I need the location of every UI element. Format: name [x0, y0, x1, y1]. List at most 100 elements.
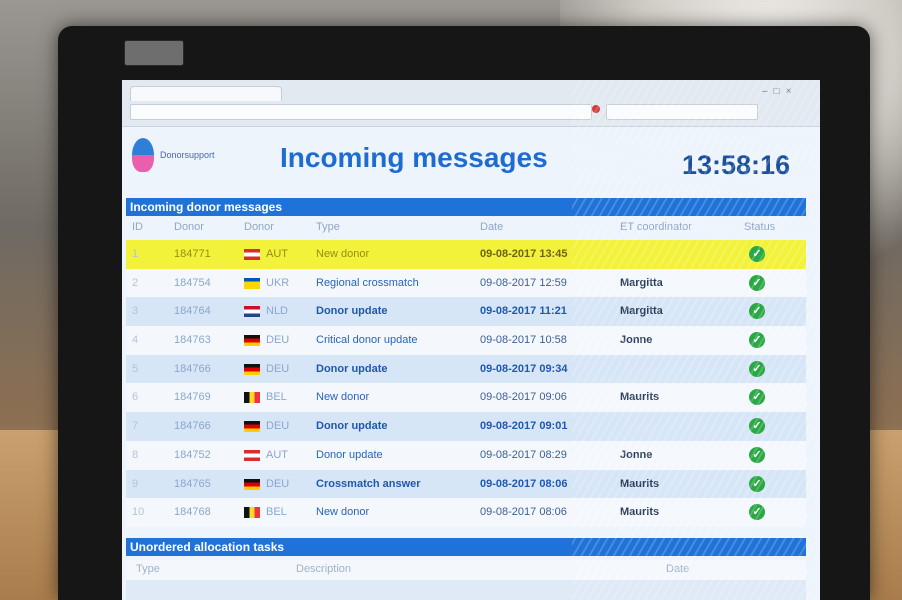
coordinator-name: Jonne	[620, 448, 653, 461]
check-icon: ✓	[749, 246, 765, 262]
check-icon: ✓	[749, 303, 765, 320]
message-type[interactable]: Critical donor update	[316, 334, 418, 346]
country-code: DEU	[266, 362, 290, 375]
check-icon: ✓	[749, 504, 765, 521]
table-row[interactable]: 10 184768 BEL New donor 09-08-2017 08:06 Maur…	[126, 498, 806, 527]
country-code: AUT	[266, 248, 288, 260]
row-number: 10	[132, 506, 145, 519]
flag-icon	[244, 421, 260, 433]
table-row[interactable]: 1 184771 AUT New donor 09-08-2017 13:45 ✓	[126, 240, 806, 269]
row-number: 8	[132, 448, 139, 461]
table-row[interactable]: 5 184766 DEU Donor update 09-08-2017 09:34 ✓	[126, 354, 806, 384]
flag-icon	[244, 335, 260, 347]
clock: 13:58:16	[682, 150, 791, 180]
coordinator-name: Margitta	[620, 305, 663, 318]
flag-icon	[244, 363, 260, 375]
row-number: 9	[132, 477, 139, 490]
col-header-donor[interactable]: Donor	[174, 221, 204, 233]
row-number: 1	[132, 248, 139, 260]
message-type[interactable]: New donor	[316, 506, 369, 518]
flag-icon	[244, 249, 260, 260]
coordinator-name: Maurits	[620, 506, 660, 519]
flag-icon	[244, 277, 260, 289]
col-header-status[interactable]: Status	[744, 221, 775, 233]
page-title: Incoming messages	[280, 142, 548, 173]
col-header-type[interactable]: Type	[316, 221, 340, 233]
message-date: 09-08-2017 10:58	[480, 334, 567, 347]
table-row[interactable]: 9 184765 DEU Crossmatch answer 09-08-2017 08…	[126, 469, 806, 499]
donor-id[interactable]: 184771	[174, 248, 211, 260]
message-date: 09-08-2017 09:01	[480, 420, 568, 433]
col-header-id[interactable]: ID	[132, 221, 143, 233]
flag-icon	[244, 392, 260, 404]
table-row[interactable]: 4 184763 DEU Critical donor update 09-08-201…	[126, 326, 806, 355]
donor-id[interactable]: 184768	[174, 506, 211, 518]
message-type[interactable]: Donor update	[316, 449, 383, 461]
row-number: 6	[132, 391, 139, 404]
col-header-coordinator[interactable]: ET coordinator	[620, 221, 692, 233]
message-type[interactable]: New donor	[316, 248, 369, 260]
message-type[interactable]: Donor update	[316, 363, 388, 375]
message-type[interactable]: Crossmatch answer	[316, 478, 421, 490]
row-number: 2	[132, 276, 139, 289]
row-number: 7	[132, 420, 139, 433]
check-icon: ✓	[749, 475, 765, 492]
country-code: AUT	[266, 448, 288, 461]
window-controls[interactable]: –□×	[762, 86, 797, 97]
app-name: Donorsupport	[160, 150, 215, 160]
incoming-section-header: Incoming donor messages	[126, 198, 806, 216]
col-header-alloc-description[interactable]: Description	[296, 563, 351, 575]
table-row[interactable]: 3 184764 NLD Donor update 09-08-2017 11:21 Ma…	[126, 297, 806, 327]
table-row[interactable]: 8 184752 AUT Donor update 09-08-2017 08:29 Jo…	[126, 440, 806, 470]
record-icon	[592, 105, 600, 113]
country-code: DEU	[266, 477, 290, 490]
donor-id[interactable]: 184763	[174, 334, 211, 346]
coordinator-name: Margitta	[620, 276, 663, 289]
table-row[interactable]: 2 184754 UKR Regional crossmatch 09-08-2017 …	[126, 268, 806, 298]
incoming-messages-table: 1 184771 AUT New donor 09-08-2017 13:45 ✓ 2 184…	[126, 240, 806, 527]
donor-id[interactable]: 184752	[174, 449, 211, 461]
donor-id[interactable]: 184765	[174, 478, 211, 490]
donor-id[interactable]: 184764	[174, 305, 211, 317]
message-type[interactable]: Donor update	[316, 305, 388, 317]
check-icon: ✓	[749, 446, 765, 463]
address-bar[interactable]	[130, 104, 592, 120]
col-header-alloc-type[interactable]: Type	[136, 563, 160, 575]
flag-icon	[244, 507, 260, 519]
country-code: BEL	[266, 391, 287, 404]
allocation-empty-row	[126, 580, 806, 600]
country-code: DEU	[266, 334, 290, 347]
donor-id[interactable]: 184769	[174, 391, 211, 403]
donor-id[interactable]: 184766	[174, 363, 211, 375]
check-icon: ✓	[749, 332, 765, 349]
message-date: 09-08-2017 08:06	[480, 477, 568, 490]
message-date: 09-08-2017 12:59	[480, 276, 567, 289]
table-column-headers: ID Donor Donor Type Date ET coordinator …	[126, 218, 806, 238]
message-type[interactable]: Regional crossmatch	[316, 277, 419, 289]
donor-id[interactable]: 184766	[174, 420, 211, 432]
country-code: NLD	[266, 305, 289, 318]
message-type[interactable]: New donor	[316, 391, 369, 403]
col-header-alloc-date[interactable]: Date	[666, 563, 689, 575]
message-date: 09-08-2017 08:06	[480, 506, 567, 519]
row-number: 4	[132, 334, 139, 347]
browser-tab[interactable]	[130, 86, 282, 101]
browser-search-box[interactable]	[606, 104, 758, 120]
message-date: 09-08-2017 13:45	[480, 248, 568, 260]
browser-toolbar: –□×	[122, 80, 820, 127]
table-row[interactable]: 6 184769 BEL New donor 09-08-2017 09:06 Mauri…	[126, 383, 806, 413]
coordinator-name: Maurits	[620, 391, 660, 404]
coordinator-name: Maurits	[620, 477, 660, 490]
flag-icon	[244, 306, 260, 318]
donor-id[interactable]: 184754	[174, 277, 211, 289]
country-code: BEL	[266, 506, 287, 519]
col-header-country[interactable]: Donor	[244, 221, 274, 233]
flag-icon	[244, 449, 260, 461]
message-date: 09-08-2017 08:29	[480, 448, 567, 461]
table-row[interactable]: 7 184766 DEU Donor update 09-08-2017 09:01 ✓	[126, 412, 806, 441]
check-icon: ✓	[749, 389, 765, 406]
col-header-date[interactable]: Date	[480, 221, 503, 233]
check-icon: ✓	[749, 360, 765, 377]
message-type[interactable]: Donor update	[316, 420, 388, 432]
app-logo-icon	[132, 138, 154, 172]
